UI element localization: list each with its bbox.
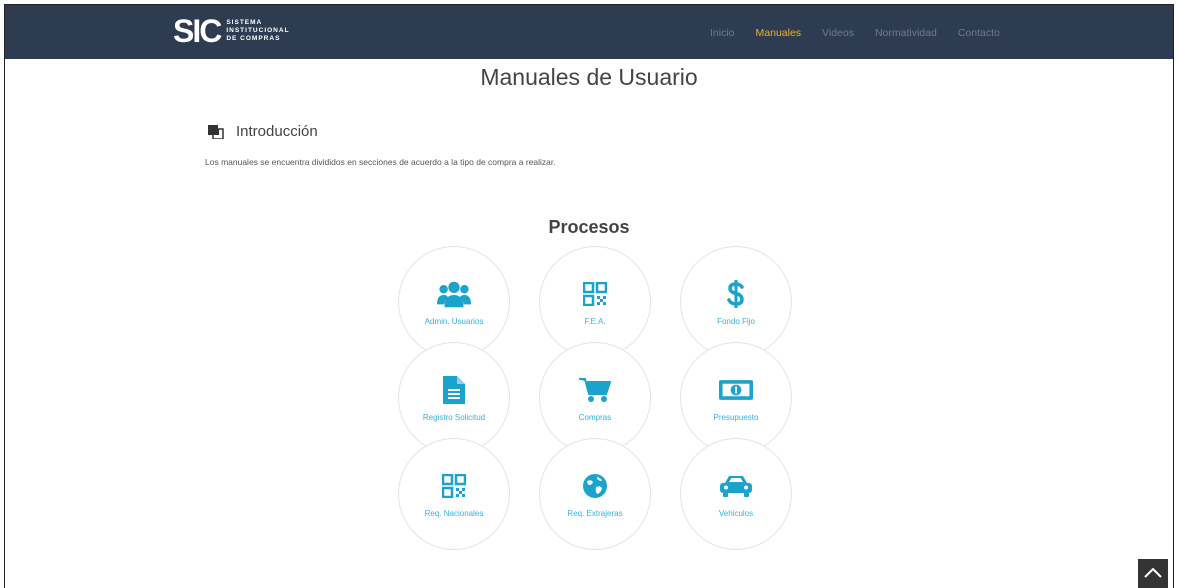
intro-title: Introducción bbox=[236, 123, 318, 140]
section-title-procesos: Procesos bbox=[548, 217, 630, 237]
intro-heading: Introducción bbox=[208, 123, 318, 140]
card-label: Fondo Fijo bbox=[717, 316, 755, 326]
logo-text: SISTEMA INSTITUCIONAL DE COMPRAS bbox=[226, 19, 289, 43]
car-icon bbox=[719, 471, 753, 501]
card-label: F.E.A. bbox=[584, 316, 606, 326]
nav-link-normatividad[interactable]: Normatividad bbox=[875, 27, 937, 39]
card-label: Compras bbox=[578, 412, 612, 422]
dollar-icon bbox=[719, 279, 753, 309]
qr-code-icon bbox=[437, 471, 471, 501]
back-to-top-button[interactable] bbox=[1138, 559, 1168, 588]
logo[interactable]: SIC SISTEMA INSTITUCIONAL DE COMPRAS bbox=[173, 15, 290, 47]
logo-line: INSTITUCIONAL bbox=[226, 27, 290, 34]
page-frame: SIC SISTEMA INSTITUCIONAL DE COMPRAS Ini… bbox=[4, 4, 1174, 588]
globe-icon bbox=[578, 471, 612, 501]
main-nav: Inicio Manuales Videos Normatividad Cont… bbox=[710, 27, 1000, 39]
users-icon bbox=[437, 279, 471, 309]
card-label: Admin. Usuarios bbox=[424, 316, 484, 326]
top-navbar: SIC SISTEMA INSTITUCIONAL DE COMPRAS Ini… bbox=[5, 5, 1173, 59]
money-bill-icon bbox=[719, 375, 753, 405]
card-label: Req. Nacionales bbox=[424, 508, 484, 518]
card-label: Req. Extrajeras bbox=[567, 508, 623, 518]
nav-link-videos[interactable]: Videos bbox=[822, 27, 854, 39]
logo-line: SISTEMA bbox=[226, 19, 263, 26]
chevron-up-icon bbox=[1144, 565, 1162, 583]
logo-mark: SIC bbox=[173, 13, 222, 49]
page-title: Manuales de Usuario bbox=[480, 64, 698, 90]
intro-description: Los manuales se encuentra divididos en s… bbox=[205, 157, 556, 167]
nav-link-contacto[interactable]: Contacto bbox=[958, 27, 1000, 39]
card-req-extrajeras[interactable]: Req. Extrajeras bbox=[539, 438, 651, 550]
copy-icon bbox=[208, 124, 224, 140]
card-label: Vehiculos bbox=[718, 508, 754, 518]
card-label: Presupuesto bbox=[713, 412, 759, 422]
cart-icon bbox=[578, 375, 612, 405]
document-icon bbox=[437, 375, 471, 405]
card-req-nacionales[interactable]: Req. Nacionales bbox=[398, 438, 510, 550]
qr-code-icon bbox=[578, 279, 612, 309]
card-vehiculos[interactable]: Vehiculos bbox=[680, 438, 792, 550]
logo-line: DE COMPRAS bbox=[226, 35, 281, 42]
nav-link-inicio[interactable]: Inicio bbox=[710, 27, 735, 39]
nav-link-manuales[interactable]: Manuales bbox=[756, 27, 802, 39]
process-grid: Admin. Usuarios F.E.A. Fondo Fijo Regist… bbox=[398, 246, 792, 550]
card-label: Registro Solicitud bbox=[422, 412, 486, 422]
